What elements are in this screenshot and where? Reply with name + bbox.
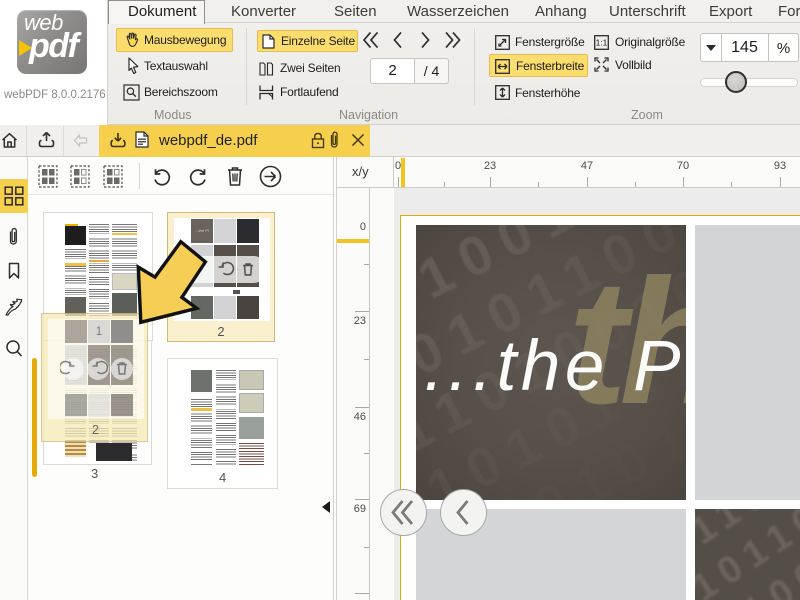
svg-text:1:1: 1:1 [596, 38, 608, 48]
